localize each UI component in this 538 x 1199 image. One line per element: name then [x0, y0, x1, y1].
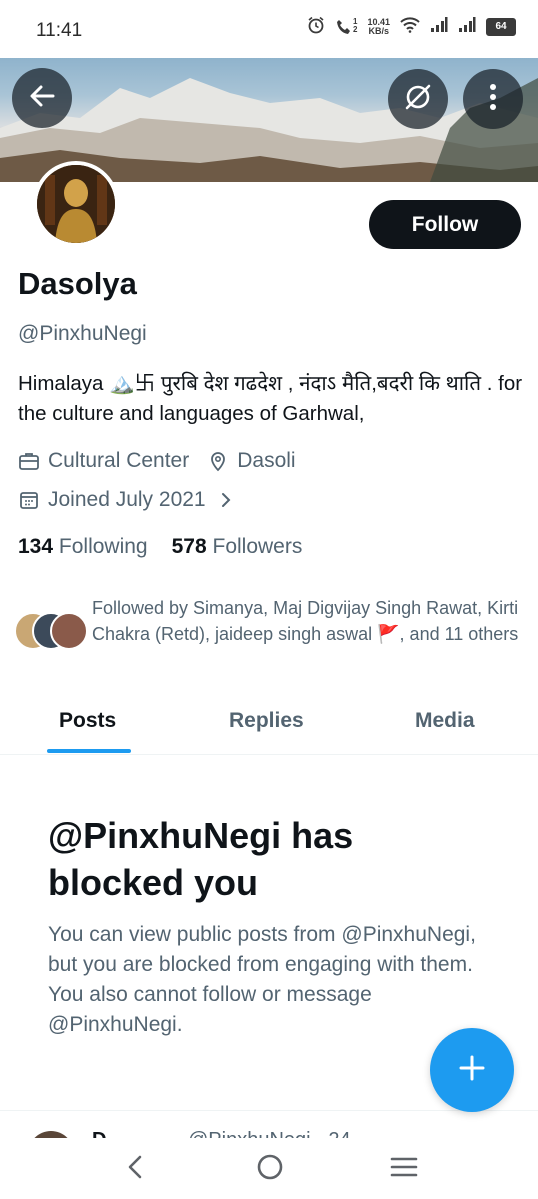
tab-replies[interactable]: Replies — [229, 709, 304, 733]
home-circle-icon — [256, 1153, 284, 1186]
nav-back-button[interactable] — [120, 1154, 150, 1184]
location-pin-icon — [207, 450, 229, 472]
calendar-icon — [18, 489, 40, 511]
profile-stats: 134 Following 578 Followers — [18, 535, 302, 559]
profile-joined: Joined July 2021 — [48, 488, 206, 511]
system-navigation-bar — [0, 1138, 538, 1199]
followers-link[interactable]: 578 Followers — [172, 535, 303, 559]
profile-meta-row: Cultural Center Dasoli — [18, 449, 296, 473]
plus-icon — [457, 1053, 487, 1088]
profile-bio: Himalaya 🏔️卐 पुरबि देश गढदेश , नंदाऽ मैत… — [18, 372, 523, 425]
alarm-icon — [307, 16, 325, 37]
battery-icon: 64 — [486, 17, 516, 36]
profile-handle: @PinxhuNegi — [18, 322, 147, 345]
sim2-label: 2 — [353, 24, 358, 34]
profile-avatar[interactable] — [33, 161, 119, 247]
following-count: 134 — [18, 535, 54, 558]
follow-button[interactable]: Follow — [369, 200, 521, 249]
profile-category: Cultural Center — [48, 449, 190, 472]
grok-button[interactable] — [388, 69, 448, 129]
profile-location: Dasoli — [237, 449, 296, 472]
network-speed-unit: KB/s — [368, 25, 389, 36]
profile-tabs: Posts Replies Media — [0, 696, 538, 755]
following-link[interactable]: 134 Following — [18, 535, 148, 559]
status-icons: 12 10.41 KB/s 64 — [307, 16, 516, 37]
briefcase-icon — [18, 450, 40, 472]
follower-avatar — [50, 612, 88, 650]
grok-icon — [402, 81, 434, 118]
followed-by-avatars[interactable] — [14, 612, 94, 652]
chevron-right-icon — [220, 491, 232, 509]
menu-lines-icon — [390, 1156, 418, 1183]
arrow-left-icon — [28, 82, 56, 115]
more-options-button[interactable] — [463, 69, 523, 129]
tab-media[interactable]: Media — [415, 709, 475, 733]
active-tab-indicator — [47, 749, 131, 753]
signal-icon-2 — [458, 17, 476, 36]
wifi-icon — [400, 17, 420, 36]
followed-by-text[interactable]: Followed by Simanya, Maj Digvijay Singh … — [92, 595, 532, 647]
nav-home-button[interactable] — [255, 1154, 285, 1184]
followers-count: 578 — [171, 535, 207, 558]
status-bar: 11:41 12 10.41 KB/s 64 — [0, 0, 538, 58]
network-speed: 10.41 KB/s — [367, 17, 390, 36]
back-button[interactable] — [12, 68, 72, 128]
blocked-description: You can view public posts from @PinxhuNe… — [48, 923, 476, 1036]
avatar-image — [37, 165, 115, 243]
display-name: Dasolya — [18, 266, 137, 301]
signal-icon — [430, 17, 448, 36]
next-post-preview[interactable]: D @PinxhuNegi · 24 — [0, 1110, 538, 1141]
status-time: 11:41 — [36, 20, 83, 41]
tab-posts[interactable]: Posts — [59, 709, 116, 733]
more-vertical-icon — [488, 83, 498, 116]
call-icon: 12 — [335, 17, 358, 36]
following-label: Following — [58, 535, 148, 558]
chevron-left-icon — [125, 1154, 145, 1185]
followers-label: Followers — [212, 535, 303, 558]
nav-recents-button[interactable] — [389, 1154, 419, 1184]
joined-row[interactable]: Joined July 2021 — [18, 488, 232, 512]
compose-post-button[interactable] — [430, 1028, 514, 1112]
blocked-title: @PinxhuNegi has blocked you — [48, 815, 354, 903]
